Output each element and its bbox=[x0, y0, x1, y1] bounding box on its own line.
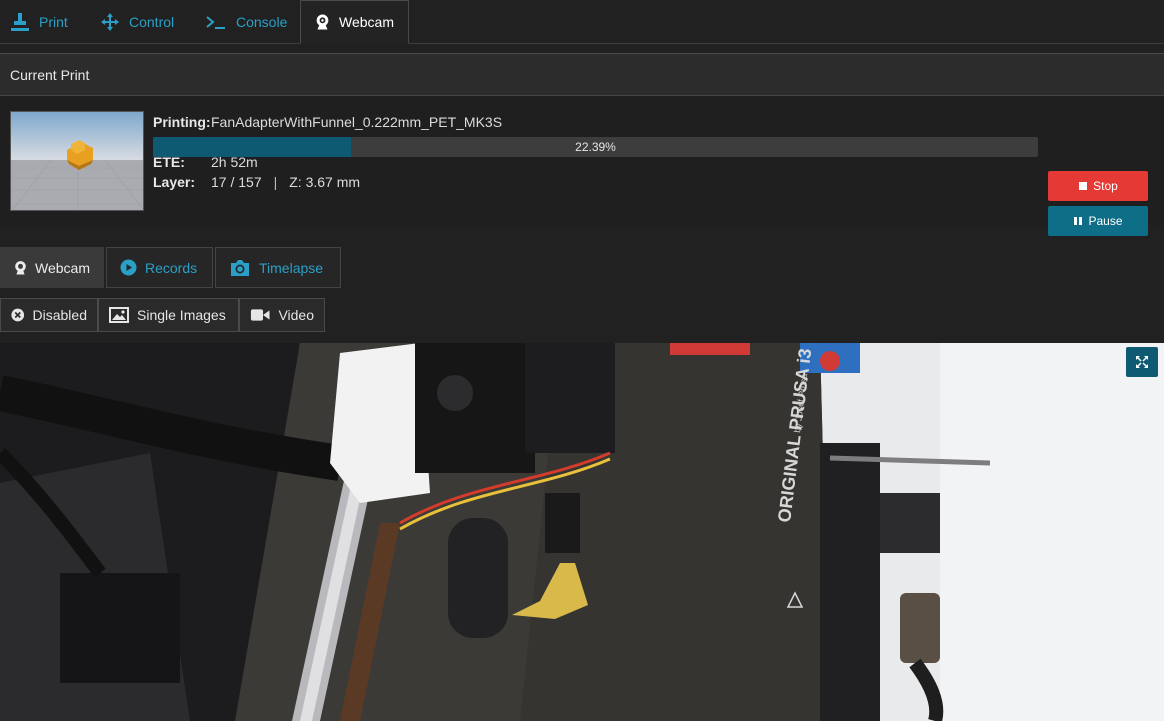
layer-label: Layer: bbox=[153, 174, 196, 190]
camera-icon bbox=[231, 259, 249, 276]
tab-webcam[interactable]: Webcam bbox=[300, 0, 409, 44]
print-icon bbox=[11, 13, 29, 31]
tab-control[interactable]: Control bbox=[100, 0, 174, 44]
stop-icon bbox=[1079, 182, 1088, 190]
fullscreen-icon bbox=[1136, 356, 1148, 368]
mode-disabled-label: Disabled bbox=[32, 307, 87, 323]
webcam-icon bbox=[15, 260, 26, 275]
top-navigation: Print Control Console Webcam bbox=[0, 0, 1164, 44]
printing-row: Printing: FanAdapterWithFunnel_0.222mm_P… bbox=[153, 112, 502, 132]
subtab-webcam[interactable]: Webcam bbox=[0, 247, 104, 288]
webcam-feed: ORIGINAL PRUSA i3 MK3 by Josef Prusa bbox=[0, 343, 1164, 721]
progress-text: 22.39% bbox=[575, 140, 616, 154]
stop-button[interactable]: Stop bbox=[1048, 171, 1148, 201]
tab-print-label: Print bbox=[39, 14, 68, 30]
printing-filename: FanAdapterWithFunnel_0.222mm_PET_MK3S bbox=[211, 114, 503, 130]
play-circle-icon bbox=[120, 259, 137, 276]
pause-button[interactable]: Pause bbox=[1048, 206, 1148, 236]
close-circle-icon bbox=[11, 308, 25, 322]
fullscreen-button[interactable] bbox=[1126, 347, 1158, 377]
tab-webcam-label: Webcam bbox=[339, 14, 394, 30]
terminal-icon bbox=[206, 16, 225, 29]
webcam-icon bbox=[316, 14, 329, 30]
mode-video-label: Video bbox=[278, 307, 314, 323]
mode-video[interactable]: Video bbox=[239, 298, 325, 332]
subtab-timelapse-label: Timelapse bbox=[259, 259, 324, 276]
printing-label: Printing: bbox=[153, 114, 211, 130]
image-icon bbox=[109, 307, 129, 323]
move-arrows-icon bbox=[101, 13, 119, 31]
tab-console[interactable]: Console bbox=[205, 0, 287, 44]
subtab-timelapse[interactable]: Timelapse bbox=[215, 247, 341, 288]
subtab-records[interactable]: Records bbox=[106, 247, 213, 288]
pause-icon bbox=[1074, 217, 1083, 225]
subtab-webcam-label: Webcam bbox=[35, 259, 90, 276]
subtab-records-label: Records bbox=[145, 259, 198, 276]
current-print-header: Current Print bbox=[0, 54, 1164, 96]
tab-console-label: Console bbox=[236, 14, 288, 30]
layer-row: Layer: 17 / 157 | Z: 3.67 mm bbox=[153, 172, 502, 192]
tab-control-label: Control bbox=[129, 14, 175, 30]
print-progress-bar: 22.39% bbox=[153, 137, 1038, 157]
layer-separator: | bbox=[273, 174, 278, 190]
mode-disabled[interactable]: Disabled bbox=[0, 298, 98, 332]
current-print-body: Printing: FanAdapterWithFunnel_0.222mm_P… bbox=[0, 96, 1164, 236]
print-thumbnail bbox=[10, 111, 144, 211]
video-camera-icon bbox=[250, 309, 270, 321]
mode-single-images-label: Single Images bbox=[137, 307, 226, 323]
webcam-image: ORIGINAL PRUSA i3 MK3 by Josef Prusa bbox=[0, 343, 1164, 721]
tab-print[interactable]: Print bbox=[10, 0, 68, 44]
layer-value: 17 / 157 bbox=[211, 174, 262, 190]
z-height-value: Z: 3.67 mm bbox=[289, 174, 361, 190]
mode-single-images[interactable]: Single Images bbox=[98, 298, 239, 332]
stop-button-label: Stop bbox=[1093, 179, 1118, 193]
pause-button-label: Pause bbox=[1088, 214, 1123, 228]
